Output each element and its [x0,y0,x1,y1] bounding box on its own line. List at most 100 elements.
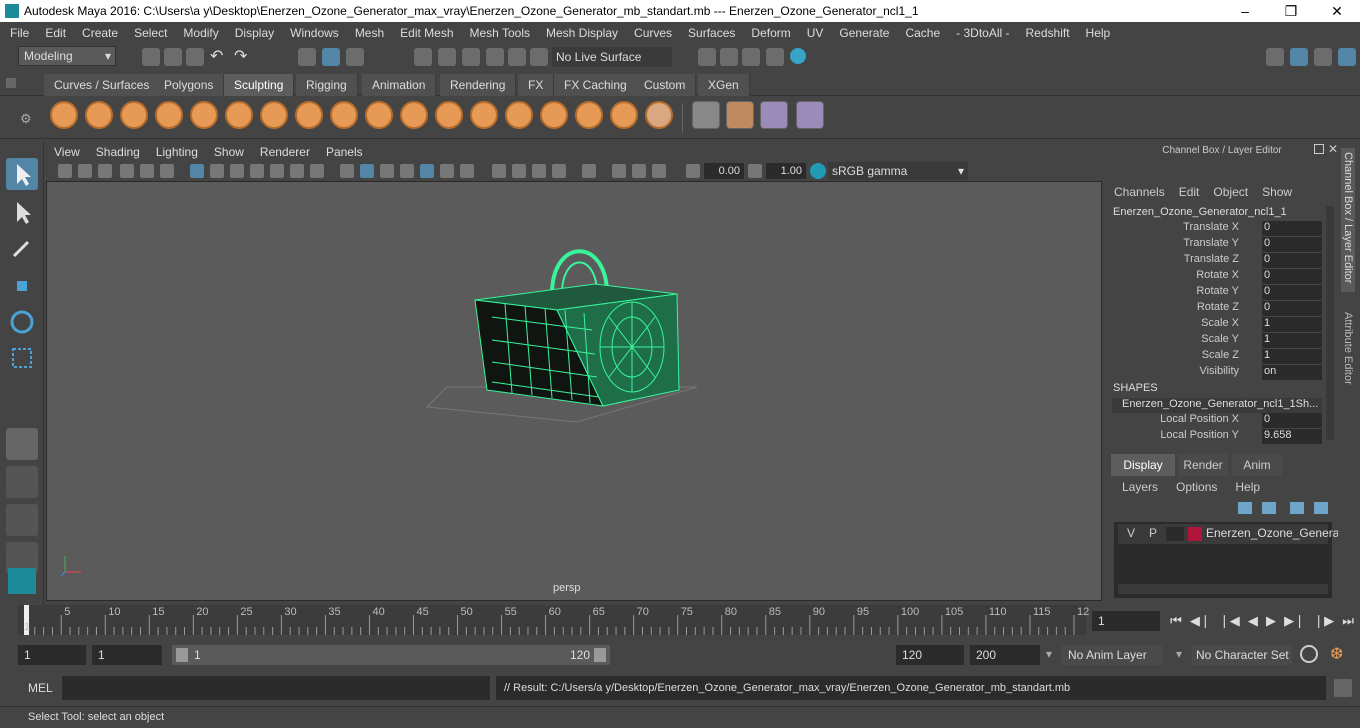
grab-tool-icon[interactable] [155,101,183,129]
layer-menu-layers[interactable]: Layers [1122,480,1158,494]
render-frame-icon[interactable] [720,48,738,66]
range-end-handle[interactable] [594,648,606,662]
gamma-field[interactable]: 1.00 [766,163,806,179]
bulge-tool-icon[interactable] [575,101,603,129]
anim-layer-dropdown[interactable]: No Anim Layer [1062,645,1162,665]
undo-icon[interactable]: ↶ [210,46,223,66]
attr-value[interactable]: 0 [1262,285,1322,300]
attr-local-position-y[interactable]: Local Position Y 9.658 [1108,429,1323,445]
attr-value[interactable]: 0 [1262,301,1322,316]
attr-value[interactable]: 1 [1262,317,1322,332]
wireframe-icon[interactable] [340,164,354,178]
menu-edit-mesh[interactable]: Edit Mesh [392,26,461,40]
menu-mesh-display[interactable]: Mesh Display [538,26,626,40]
menu-3dtoall[interactable]: - 3DtoAll - [948,26,1017,40]
gear-icon[interactable]: ⚙ [20,111,32,127]
sculpt-tool-icon[interactable] [50,101,78,129]
motion-blur-icon[interactable] [492,164,506,178]
select-object-icon[interactable] [322,48,340,66]
layer-row[interactable]: V P Enerzen_Ozone_Generat [1118,524,1343,544]
mode-dropdown[interactable]: Modeling ▾ [18,46,116,66]
xray-active-icon[interactable] [632,164,646,178]
textured-icon[interactable] [400,164,414,178]
scale-tool-icon[interactable] [6,342,38,374]
shelf-options-icon[interactable] [6,78,16,88]
new-layer-selected-icon[interactable] [1314,502,1328,514]
vp-menu-show[interactable]: Show [206,145,252,159]
scrape-tool-icon[interactable] [435,101,463,129]
attribute-editor-toggle-icon[interactable] [1314,48,1332,66]
step-back-key-icon[interactable]: ❘◀ [1219,613,1240,629]
lasso-tool-icon[interactable] [6,196,38,228]
menu-windows[interactable]: Windows [282,26,347,40]
smooth-shade-icon[interactable] [360,164,374,178]
rotate-tool-icon[interactable] [6,306,38,338]
move-layer-up-icon[interactable] [1238,502,1252,514]
chevron-down-icon[interactable]: ▾ [1046,647,1052,661]
attr-translate-y[interactable]: Translate Y 0 [1108,237,1323,253]
gate-mask-icon[interactable] [250,164,264,178]
tool-settings-toggle-icon[interactable] [1338,48,1356,66]
attr-value[interactable]: 1 [1262,333,1322,348]
shadows-icon[interactable] [440,164,454,178]
attr-value[interactable]: 0 [1262,253,1322,268]
chevron-down-icon[interactable]: ▾ [1176,647,1182,661]
vp-menu-shading[interactable]: Shading [88,145,148,159]
smooth-tool-icon[interactable] [85,101,113,129]
attr-value[interactable]: on [1262,365,1322,380]
attr-local-position-x[interactable]: Local Position X 0 [1108,413,1323,429]
attr-visibility[interactable]: Visibility on [1108,365,1323,381]
attr-rotate-y[interactable]: Rotate Y 0 [1108,285,1323,301]
texture-icon[interactable] [726,101,754,129]
xray-joints-icon[interactable] [612,164,626,178]
step-back-icon[interactable]: ◀❘ [1190,613,1211,629]
single-perspective-layout-icon[interactable] [6,428,38,460]
side-tab-attribute-editor[interactable]: Attribute Editor [1341,308,1355,389]
outliner-layout-icon[interactable] [6,504,38,536]
current-frame-field[interactable]: 1 [1092,611,1160,631]
go-to-start-icon[interactable]: ⏮ [1170,613,1182,629]
film-gate-icon[interactable] [210,164,224,178]
time-slider[interactable]: 1 5 10 15 20 25 30 35 40 45 50 55 60 65 70 75 80 85 90 95 1… [18,605,1089,635]
mel-label[interactable]: MEL [28,681,53,695]
open-scene-icon[interactable] [164,48,182,66]
exposure-field[interactable]: 0.00 [704,163,744,179]
wax-tool-icon[interactable] [400,101,428,129]
attr-translate-z[interactable]: Translate Z 0 [1108,253,1323,269]
move-tool-icon[interactable] [6,270,38,302]
vp-menu-view[interactable]: View [46,145,88,159]
material-icon[interactable] [760,101,788,129]
snap-grid-icon[interactable] [414,48,432,66]
attr-rotate-z[interactable]: Rotate Z 0 [1108,301,1323,317]
amplify-tool-icon[interactable] [610,101,638,129]
tab-rendering[interactable]: Rendering [440,74,517,96]
close-icon[interactable]: ✕ [1328,142,1338,156]
snap-point-icon[interactable] [462,48,480,66]
play-forward-icon[interactable]: ▶ [1266,613,1276,629]
safe-title-icon[interactable] [310,164,324,178]
tab-custom[interactable]: Custom [634,74,697,96]
grease-pencil-icon[interactable] [160,164,174,178]
tab-animation[interactable]: Animation [362,74,437,96]
anti-aliasing-icon[interactable] [512,164,526,178]
menu-display[interactable]: Display [227,26,282,40]
xray-icon[interactable] [582,164,596,178]
menu-file[interactable]: File [2,26,37,40]
resolution-gate-icon[interactable] [230,164,244,178]
bookmark-icon[interactable] [98,164,112,178]
mesh-icon[interactable] [692,101,720,129]
layer-playback-toggle[interactable]: P [1144,526,1162,540]
uv-editor-icon[interactable] [796,101,824,129]
close-icon[interactable]: ✕ [1314,0,1360,22]
playback-start-field[interactable]: 1 [92,645,162,665]
menu-modify[interactable]: Modify [175,26,226,40]
attr-value[interactable]: 1 [1262,349,1322,364]
redo-icon[interactable]: ↷ [234,46,247,66]
snap-surface-icon[interactable] [508,48,526,66]
grid-icon[interactable] [190,164,204,178]
safe-action-icon[interactable] [290,164,304,178]
field-chart-icon[interactable] [270,164,284,178]
render-settings-icon[interactable] [698,48,716,66]
layer-menu-options[interactable]: Options [1176,480,1217,494]
tab-sculpting[interactable]: Sculpting [224,74,295,96]
